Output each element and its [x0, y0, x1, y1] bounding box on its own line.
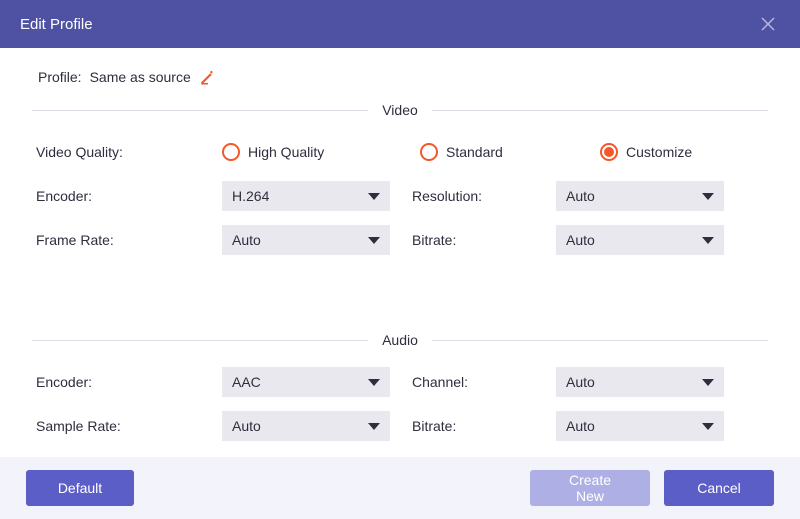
radio-label: Standard	[446, 144, 503, 160]
edit-profile-window: Edit Profile Profile: Same as source Vid…	[0, 0, 800, 519]
chevron-down-icon	[368, 379, 380, 386]
pencil-icon	[199, 68, 217, 86]
default-button[interactable]: Default	[26, 470, 134, 506]
audio-samplerate-label: Sample Rate:	[36, 418, 222, 434]
chevron-down-icon	[368, 423, 380, 430]
chevron-down-icon	[368, 237, 380, 244]
chevron-down-icon	[702, 237, 714, 244]
select-value: Auto	[232, 418, 261, 434]
select-value: Auto	[566, 232, 595, 248]
create-new-button[interactable]: Create New	[530, 470, 650, 506]
chevron-down-icon	[702, 379, 714, 386]
footer: Default Create New Cancel	[0, 457, 800, 519]
video-resolution-label: Resolution:	[408, 188, 556, 204]
video-fields: Video Quality: High Quality Standard Cus…	[32, 130, 768, 256]
divider-line	[432, 340, 768, 341]
audio-channel-label: Channel:	[408, 374, 556, 390]
profile-row: Profile: Same as source	[38, 68, 768, 86]
video-framerate-select[interactable]: Auto	[222, 225, 390, 255]
video-quality-label: Video Quality:	[36, 144, 222, 160]
radio-icon	[420, 143, 438, 161]
video-bitrate-select[interactable]: Auto	[556, 225, 724, 255]
chevron-down-icon	[368, 193, 380, 200]
select-value: Auto	[566, 374, 595, 390]
audio-bitrate-label: Bitrate:	[408, 418, 556, 434]
audio-encoder-label: Encoder:	[36, 374, 222, 390]
radio-icon	[222, 143, 240, 161]
radio-standard[interactable]: Standard	[420, 143, 600, 161]
radio-label: High Quality	[248, 144, 324, 160]
select-value: Auto	[232, 232, 261, 248]
divider-line	[432, 110, 768, 111]
audio-fields: Encoder: AAC Channel: Auto Sample R	[32, 360, 768, 442]
close-icon	[760, 16, 776, 32]
audio-encoder-channel-row: Encoder: AAC Channel: Auto	[36, 366, 768, 398]
audio-bitrate-select[interactable]: Auto	[556, 411, 724, 441]
select-value: AAC	[232, 374, 261, 390]
select-value: Auto	[566, 188, 595, 204]
dialog-content: Profile: Same as source Video Video Qual…	[0, 48, 800, 457]
select-value: Auto	[566, 418, 595, 434]
select-value: H.264	[232, 188, 269, 204]
video-framerate-bitrate-row: Frame Rate: Auto Bitrate: Auto	[36, 224, 768, 256]
divider-line	[32, 340, 368, 341]
audio-section-title: Audio	[368, 332, 432, 348]
chevron-down-icon	[702, 423, 714, 430]
video-quality-row: Video Quality: High Quality Standard Cus…	[36, 136, 768, 168]
radio-customize[interactable]: Customize	[600, 143, 692, 161]
cancel-button[interactable]: Cancel	[664, 470, 774, 506]
divider-line	[32, 110, 368, 111]
video-framerate-label: Frame Rate:	[36, 232, 222, 248]
video-section-title: Video	[368, 102, 432, 118]
chevron-down-icon	[702, 193, 714, 200]
video-encoder-resolution-row: Encoder: H.264 Resolution: Auto	[36, 180, 768, 212]
profile-label: Profile:	[38, 69, 82, 85]
audio-encoder-select[interactable]: AAC	[222, 367, 390, 397]
video-section-divider: Video	[32, 102, 768, 118]
close-button[interactable]	[756, 12, 780, 36]
titlebar: Edit Profile	[0, 0, 800, 48]
radio-icon	[600, 143, 618, 161]
audio-samplerate-bitrate-row: Sample Rate: Auto Bitrate: Auto	[36, 410, 768, 442]
video-bitrate-label: Bitrate:	[408, 232, 556, 248]
audio-section-divider: Audio	[32, 332, 768, 348]
profile-value: Same as source	[90, 69, 191, 85]
radio-label: Customize	[626, 144, 692, 160]
edit-profile-button[interactable]	[199, 68, 217, 86]
video-resolution-select[interactable]: Auto	[556, 181, 724, 211]
audio-channel-select[interactable]: Auto	[556, 367, 724, 397]
section-gap	[32, 256, 768, 328]
audio-samplerate-select[interactable]: Auto	[222, 411, 390, 441]
video-encoder-label: Encoder:	[36, 188, 222, 204]
video-encoder-select[interactable]: H.264	[222, 181, 390, 211]
radio-high-quality[interactable]: High Quality	[222, 143, 420, 161]
video-quality-radio-group: High Quality Standard Customize	[222, 143, 768, 161]
window-title: Edit Profile	[20, 16, 93, 33]
